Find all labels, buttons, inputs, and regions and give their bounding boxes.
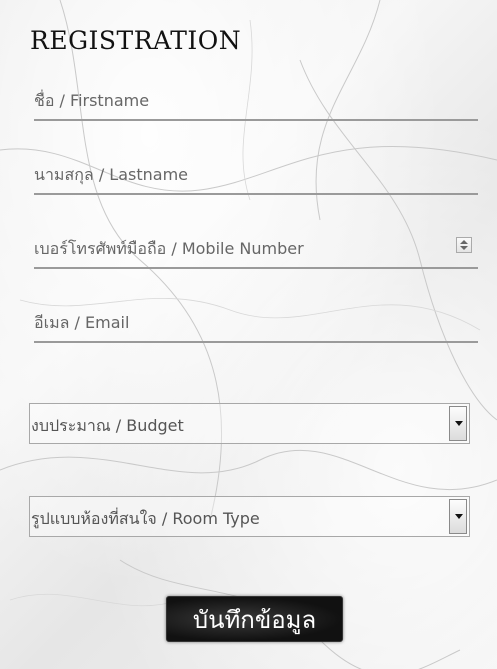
firstname-field[interactable] [34, 83, 478, 121]
email-input[interactable] [34, 305, 478, 339]
budget-select[interactable]: งบประมาณ / Budget [29, 403, 470, 444]
spinner-icon[interactable] [456, 237, 472, 253]
mobile-input[interactable] [34, 231, 478, 265]
dropdown-arrow-icon[interactable] [449, 406, 467, 441]
spinner-up-icon[interactable] [460, 240, 468, 244]
budget-select-value: งบประมาณ / Budget [31, 416, 184, 435]
lastname-field[interactable] [34, 157, 478, 195]
lastname-input[interactable] [34, 157, 478, 191]
roomtype-select-value: รูปแบบห้องที่สนใจ / Room Type [31, 509, 260, 528]
firstname-input[interactable] [34, 83, 478, 117]
roomtype-select[interactable]: รูปแบบห้องที่สนใจ / Room Type [29, 496, 470, 537]
email-field[interactable] [34, 305, 478, 343]
mobile-field[interactable] [34, 231, 478, 269]
dropdown-arrow-icon[interactable] [449, 499, 467, 534]
spinner-down-icon[interactable] [460, 246, 468, 250]
submit-button[interactable]: บันทึกข้อมูล [166, 596, 343, 642]
page-title: REGISTRATION [30, 26, 242, 55]
